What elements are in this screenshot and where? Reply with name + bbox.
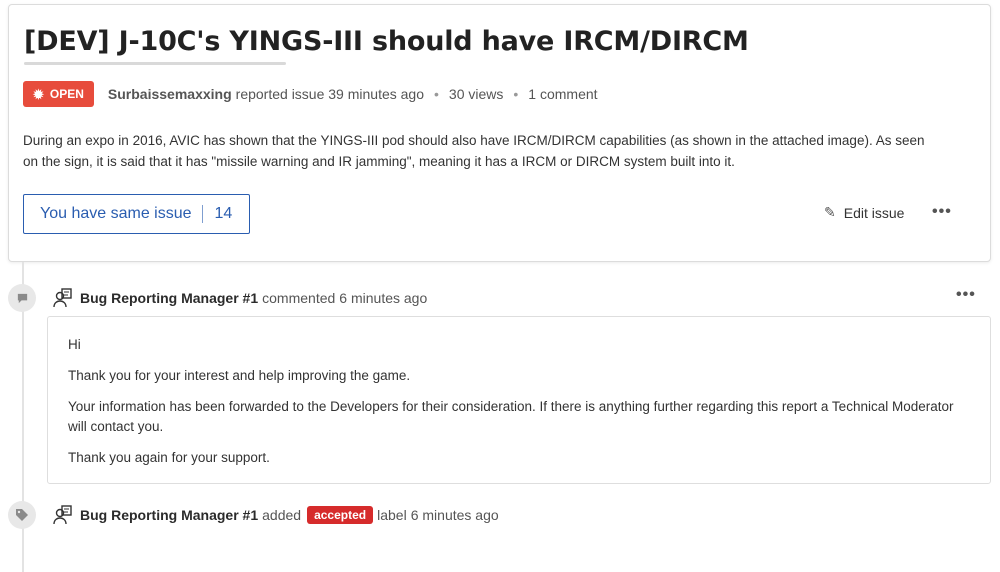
issue-author-link[interactable]: Surbaissemaxxing — [108, 86, 232, 102]
accepted-label-badge[interactable]: accepted — [307, 506, 374, 524]
bot-avatar-icon — [53, 288, 73, 308]
title-underline — [24, 62, 286, 65]
issue-description: During an expo in 2016, AVIC has shown t… — [23, 133, 925, 169]
comment-author-link[interactable]: Bug Reporting Manager #1 — [80, 290, 258, 306]
issue-title: [DEV] J-10C's YINGS-III should have IRCM… — [24, 26, 749, 57]
comment-more-options-icon[interactable]: ••• — [956, 286, 976, 304]
same-issue-button[interactable]: You have same issue 14 — [23, 194, 250, 234]
status-label: OPEN — [49, 87, 84, 101]
label-event-action: added — [262, 507, 302, 523]
comment-icon — [8, 284, 36, 312]
edit-issue-button[interactable]: ✎ Edit issue — [824, 204, 904, 221]
label-event-author-link[interactable]: Bug Reporting Manager #1 — [80, 507, 258, 523]
label-event-time: 6 minutes ago — [410, 507, 499, 523]
label-event-suffix: label — [377, 507, 407, 523]
pencil-icon: ✎ — [824, 204, 836, 220]
comment-paragraph: Thank you again for your support. — [68, 450, 270, 465]
same-issue-divider — [201, 205, 203, 223]
same-issue-count: 14 — [214, 205, 233, 222]
reported-text: reported issue 39 minutes ago — [235, 86, 424, 102]
issue-meta: ✹ OPEN Surbaissemaxxing reported issue 3… — [23, 81, 598, 107]
status-badge: ✹ OPEN — [23, 81, 94, 107]
comment-paragraph: Your information has been forwarded to t… — [68, 399, 954, 434]
comment-header: Bug Reporting Manager #1 commented 6 min… — [53, 286, 427, 310]
comment-paragraph: Hi — [68, 337, 81, 352]
edit-issue-label: Edit issue — [843, 204, 905, 221]
comment-action: commented — [262, 290, 336, 306]
same-issue-label: You have same issue — [40, 205, 192, 222]
tag-icon — [8, 501, 36, 529]
meta-separator: • — [434, 86, 439, 102]
bot-avatar-icon — [53, 505, 73, 525]
views-count: 30 views — [448, 86, 504, 102]
comment-time: 6 minutes ago — [339, 290, 428, 306]
comment-paragraph: Thank you for your interest and help imp… — [68, 368, 411, 383]
meta-separator: • — [513, 86, 519, 102]
comment-body: Hi Thank you for your interest and help … — [47, 316, 991, 484]
label-event: Bug Reporting Manager #1 added accepted … — [53, 503, 499, 527]
bug-icon: ✹ — [33, 86, 44, 102]
comments-count[interactable]: 1 comment — [528, 86, 597, 102]
issue-more-options-icon[interactable]: ••• — [932, 203, 952, 221]
